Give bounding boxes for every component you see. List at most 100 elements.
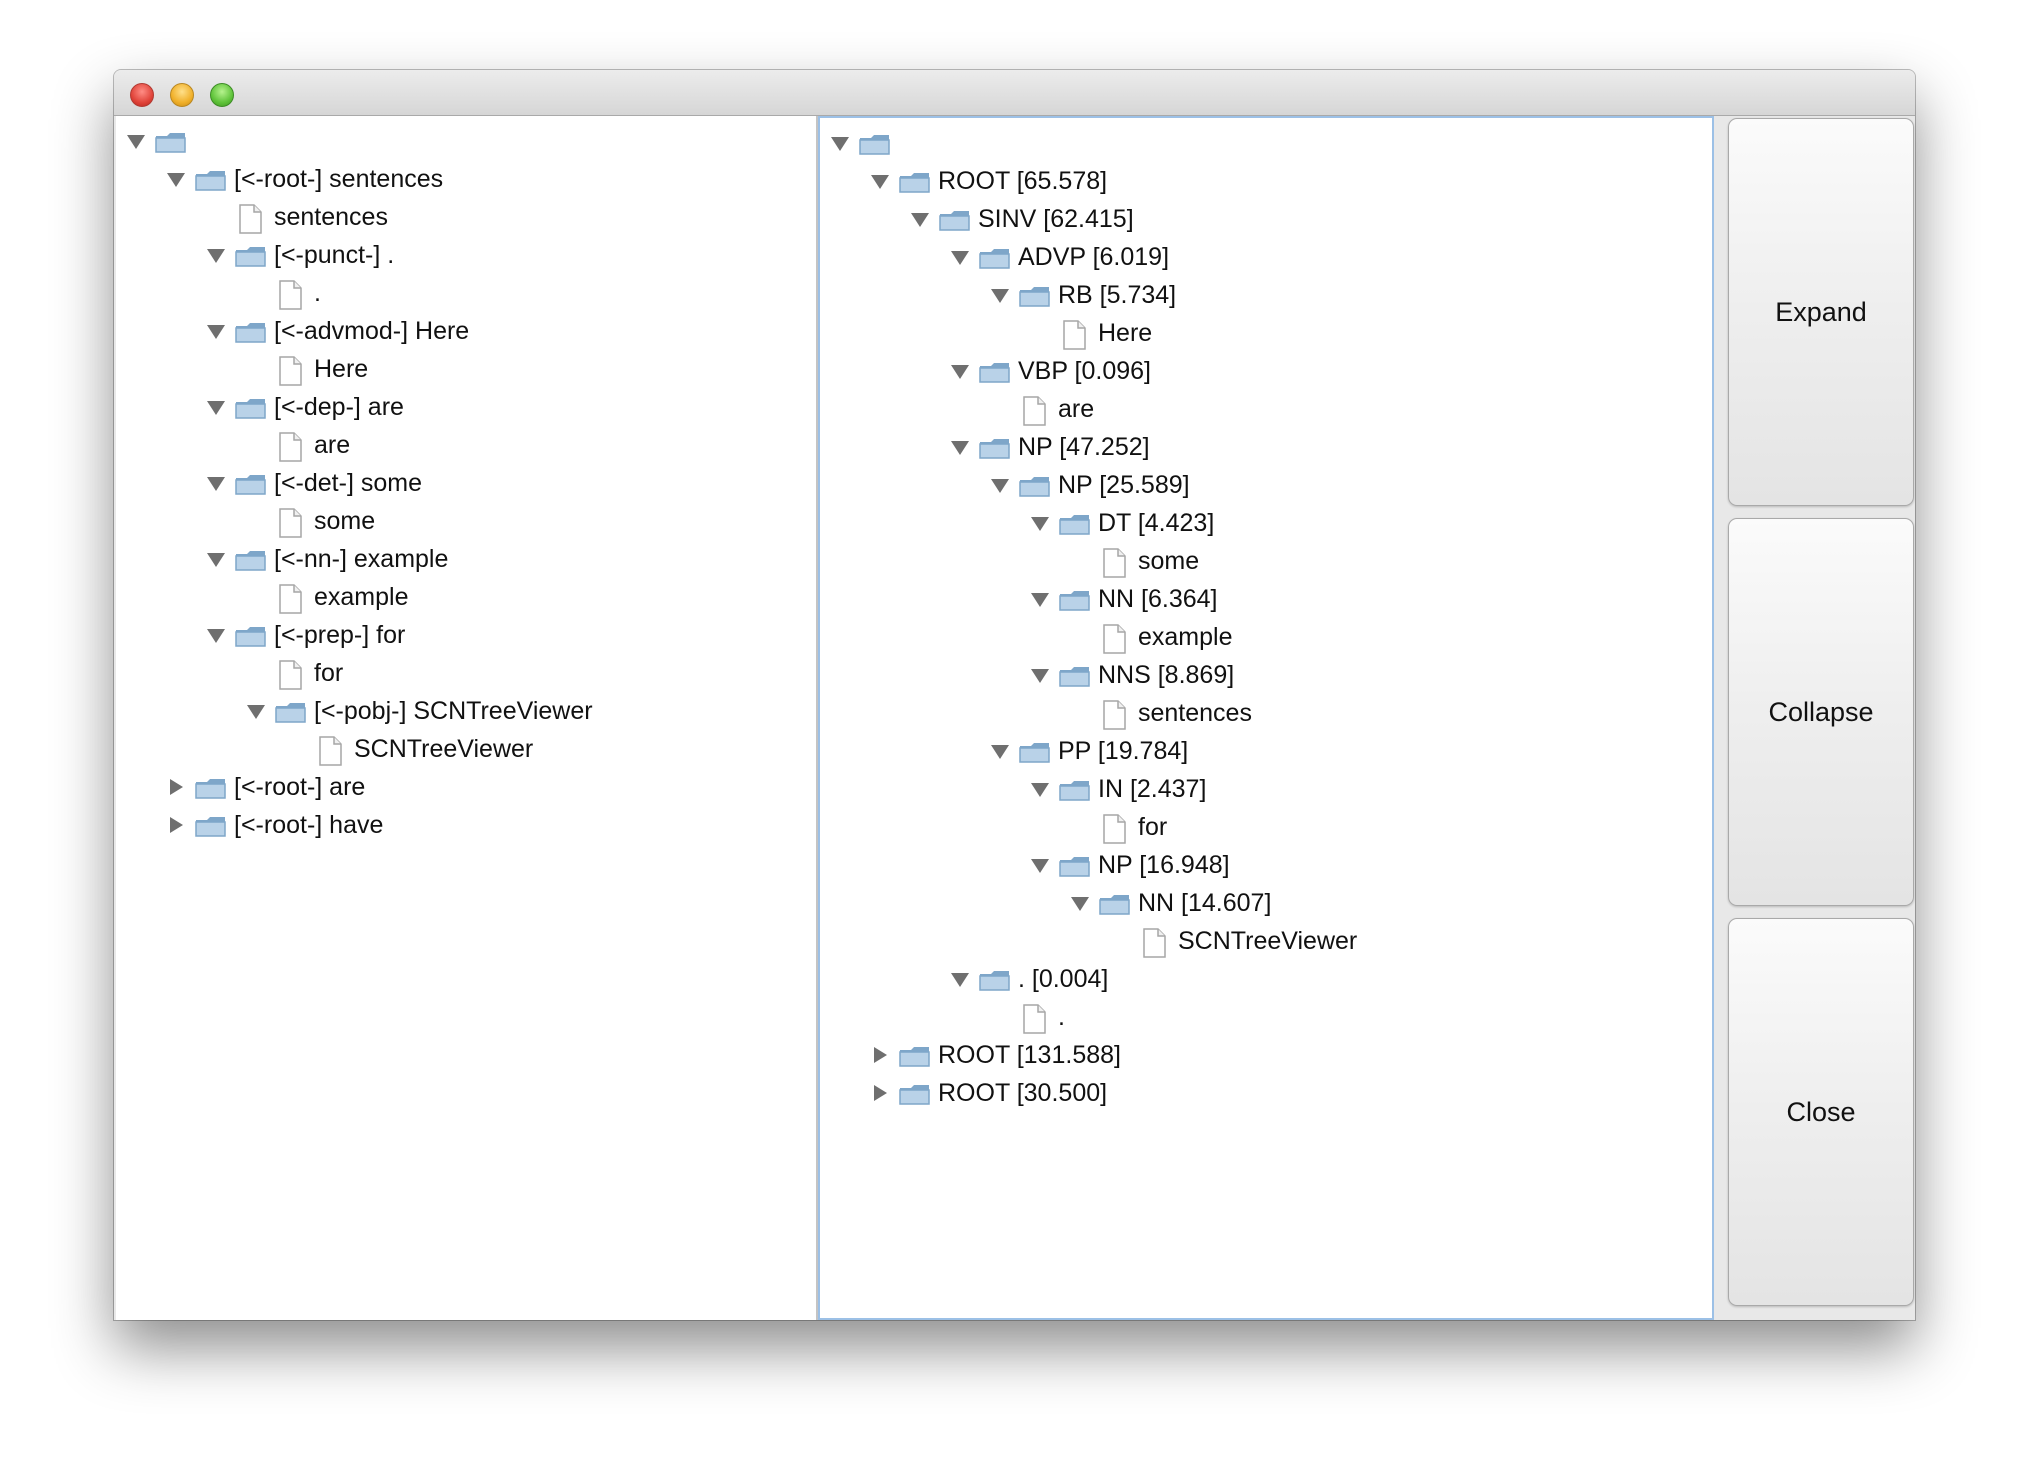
node-label: NP [16.948]	[1098, 851, 1230, 879]
file-icon	[1098, 808, 1132, 846]
folder-icon	[898, 162, 932, 200]
node-label: [<-nn-] example	[274, 545, 449, 573]
zoom-window-button[interactable]	[210, 83, 234, 107]
folder-icon	[1058, 770, 1092, 808]
node-label: Here	[1098, 319, 1153, 347]
expanded-triangle-icon[interactable]	[950, 352, 970, 390]
node-label: NN [14.607]	[1138, 889, 1272, 917]
node-label: ROOT [131.588]	[938, 1041, 1121, 1069]
expanded-triangle-icon[interactable]	[126, 122, 146, 160]
file-icon	[1098, 694, 1132, 732]
tree-viewer-window: [<-root-] sentences sentences [<-punct-] .…	[114, 70, 1915, 1320]
expanded-triangle-icon[interactable]	[206, 388, 226, 426]
folder-icon	[978, 352, 1012, 390]
folder-icon	[858, 124, 892, 162]
parse-tree-pane[interactable]: ROOT [65.578] SINV [62.415] ADVP [6.019] RB…	[818, 116, 1714, 1320]
file-icon	[1098, 618, 1132, 656]
folder-icon	[1058, 846, 1092, 884]
expanded-triangle-icon[interactable]	[206, 312, 226, 350]
node-label: NNS [8.869]	[1098, 661, 1235, 689]
collapsed-triangle-icon[interactable]	[870, 1074, 890, 1112]
node-label: .	[1058, 1003, 1065, 1031]
folder-icon	[1098, 884, 1132, 922]
collapsed-triangle-icon[interactable]	[166, 768, 186, 806]
folder-icon	[234, 540, 268, 578]
folder-icon	[194, 160, 228, 198]
file-icon	[314, 730, 348, 768]
node-label: VBP [0.096]	[1018, 357, 1151, 385]
close-window-button[interactable]	[130, 83, 154, 107]
button-column: Expand Collapse Close	[1716, 118, 1914, 1320]
expanded-triangle-icon[interactable]	[206, 236, 226, 274]
expanded-triangle-icon[interactable]	[990, 466, 1010, 504]
expanded-triangle-icon[interactable]	[206, 616, 226, 654]
expanded-triangle-icon[interactable]	[990, 276, 1010, 314]
folder-icon	[1058, 656, 1092, 694]
expanded-triangle-icon[interactable]	[950, 428, 970, 466]
folder-icon	[1058, 580, 1092, 618]
folder-icon	[154, 122, 188, 160]
dependency-tree-pane[interactable]: [<-root-] sentences sentences [<-punct-] .…	[116, 116, 818, 1320]
file-icon	[274, 274, 308, 312]
folder-icon	[234, 236, 268, 274]
expanded-triangle-icon[interactable]	[206, 464, 226, 502]
node-label: Here	[314, 355, 369, 383]
file-icon	[1098, 542, 1132, 580]
node-label: NP [47.252]	[1018, 433, 1150, 461]
folder-icon	[938, 200, 972, 238]
node-label: SCNTreeViewer	[1178, 927, 1358, 955]
folder-icon	[234, 388, 268, 426]
file-icon	[274, 578, 308, 616]
expanded-triangle-icon[interactable]	[1070, 884, 1090, 922]
node-label: .	[314, 279, 321, 307]
expanded-triangle-icon[interactable]	[206, 540, 226, 578]
node-label: are	[314, 431, 351, 459]
node-label: some	[1138, 547, 1200, 575]
expanded-triangle-icon[interactable]	[246, 692, 266, 730]
node-label: [<-advmod-] Here	[274, 317, 470, 345]
expanded-triangle-icon[interactable]	[870, 162, 890, 200]
node-label: ROOT [65.578]	[938, 167, 1108, 195]
expanded-triangle-icon[interactable]	[910, 200, 930, 238]
folder-icon	[1018, 276, 1052, 314]
node-label: RB [5.734]	[1058, 281, 1177, 309]
expanded-triangle-icon[interactable]	[830, 124, 850, 162]
expanded-triangle-icon[interactable]	[950, 238, 970, 276]
collapsed-triangle-icon[interactable]	[870, 1036, 890, 1074]
node-label: for	[314, 659, 344, 687]
node-label: for	[1138, 813, 1168, 841]
collapsed-triangle-icon[interactable]	[166, 806, 186, 844]
file-icon	[1018, 998, 1052, 1036]
folder-icon	[898, 1074, 932, 1112]
minimize-window-button[interactable]	[170, 83, 194, 107]
collapse-button[interactable]: Collapse	[1728, 518, 1914, 906]
expanded-triangle-icon[interactable]	[1030, 580, 1050, 618]
folder-icon	[194, 806, 228, 844]
node-label: . [0.004]	[1018, 965, 1109, 993]
folder-icon	[978, 238, 1012, 276]
expanded-triangle-icon[interactable]	[990, 732, 1010, 770]
expanded-triangle-icon[interactable]	[1030, 846, 1050, 884]
node-label: IN [2.437]	[1098, 775, 1207, 803]
expanded-triangle-icon[interactable]	[1030, 504, 1050, 542]
folder-icon	[898, 1036, 932, 1074]
expanded-triangle-icon[interactable]	[1030, 770, 1050, 808]
node-label: [<-dep-] are	[274, 393, 404, 421]
expanded-triangle-icon[interactable]	[166, 160, 186, 198]
file-icon	[1138, 922, 1172, 960]
folder-icon	[234, 616, 268, 654]
node-label: sentences	[1138, 699, 1252, 727]
expanded-triangle-icon[interactable]	[1030, 656, 1050, 694]
node-label: are	[1058, 395, 1095, 423]
node-label: example	[314, 583, 409, 611]
folder-icon	[1058, 504, 1092, 542]
node-label: [<-det-] some	[274, 469, 422, 497]
close-button[interactable]: Close	[1728, 918, 1914, 1306]
folder-icon	[194, 768, 228, 806]
expand-button[interactable]: Expand	[1728, 118, 1914, 506]
node-label: [<-root-] are	[234, 773, 366, 801]
node-label: sentences	[274, 203, 388, 231]
expanded-triangle-icon[interactable]	[950, 960, 970, 998]
folder-icon	[1018, 732, 1052, 770]
folder-icon	[1018, 466, 1052, 504]
